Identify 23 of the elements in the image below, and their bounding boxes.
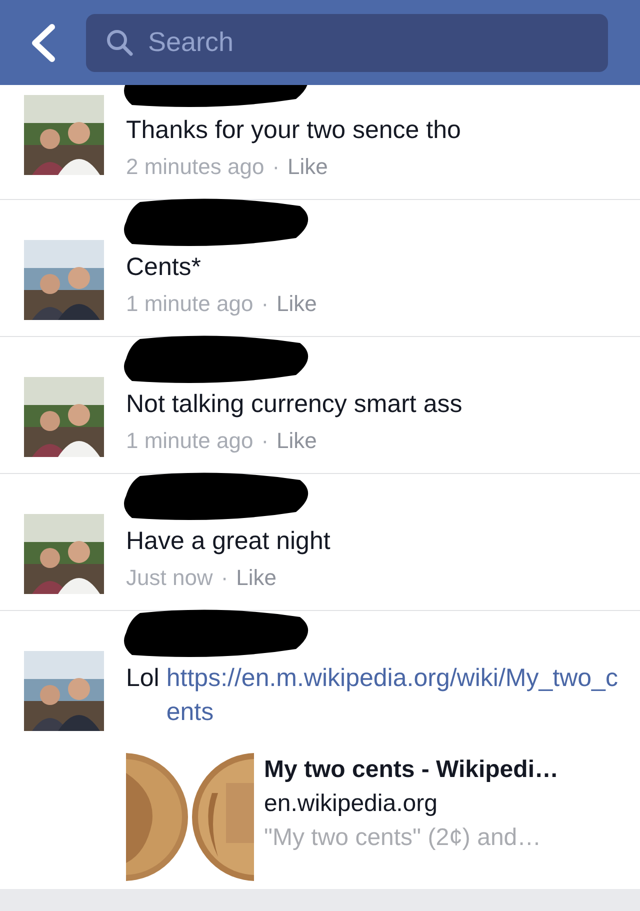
search-icon bbox=[106, 28, 134, 56]
link[interactable]: https://en.m.wikipedia.org/wiki/My_two_cents bbox=[166, 661, 620, 729]
timestamp: 1 minute ago bbox=[126, 427, 254, 455]
comment-text: Lol bbox=[126, 663, 160, 694]
like-link[interactable]: Like bbox=[236, 560, 277, 596]
preview-domain: en.wikipedia.org bbox=[264, 789, 438, 819]
like-link[interactable]: Like bbox=[276, 286, 317, 322]
timestamp: 2 minutes ago bbox=[126, 153, 264, 181]
separator-dot: · bbox=[272, 153, 280, 181]
timestamp: 1 minute ago bbox=[126, 290, 254, 318]
separator-dot: · bbox=[261, 290, 269, 318]
separator-dot: · bbox=[220, 564, 228, 592]
separator-dot: · bbox=[261, 427, 269, 455]
comment-text: Cents* bbox=[126, 252, 202, 283]
comment-text: Not talking currency smart ass bbox=[126, 389, 464, 420]
like-link[interactable]: Like bbox=[288, 149, 328, 185]
comment-text: Have a great night bbox=[126, 526, 332, 557]
like-link[interactable]: Like bbox=[276, 423, 317, 459]
preview-title[interactable]: My two cents - Wikipedi… bbox=[264, 753, 558, 787]
comment-text: Thanks for your two sence tho bbox=[126, 115, 462, 146]
search-bar[interactable]: Search bbox=[86, 14, 608, 72]
preview-snippet: "My two cents" (2¢) and… bbox=[264, 823, 542, 853]
timestamp: Just now bbox=[126, 564, 213, 592]
